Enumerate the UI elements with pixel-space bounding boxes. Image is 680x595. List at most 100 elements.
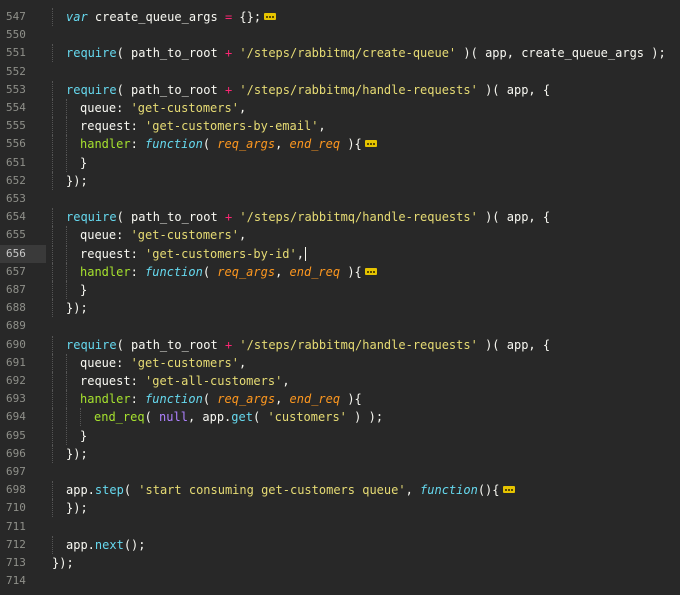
code-text[interactable]: app.next(); bbox=[46, 535, 146, 554]
code-token-plain: }); bbox=[66, 301, 88, 316]
line-number: 551 bbox=[6, 46, 26, 60]
code-line[interactable]: 693 handler: function( req_args, end_req … bbox=[0, 390, 680, 409]
code-line[interactable]: 656 request: 'get-customers-by-id', bbox=[0, 244, 680, 263]
line-number: 698 bbox=[6, 483, 26, 497]
code-text[interactable] bbox=[46, 518, 52, 536]
code-line[interactable]: 547 var create_queue_args = {}; bbox=[0, 8, 680, 26]
indent-guide bbox=[52, 44, 53, 63]
code-text[interactable]: var create_queue_args = {}; bbox=[46, 8, 277, 26]
code-text[interactable]: }); bbox=[46, 499, 88, 518]
code-line[interactable]: 687} bbox=[0, 281, 680, 299]
code-text[interactable]: handler: function( req_args, end_req ){ bbox=[46, 262, 377, 281]
code-token-plain: } bbox=[80, 283, 88, 297]
code-editor[interactable]: 547 var create_queue_args = {}; 550 551 requ… bbox=[0, 0, 680, 595]
code-line[interactable]: 654 require( path_to_root + '/steps/rabbi… bbox=[0, 208, 680, 227]
code-text[interactable]: }); bbox=[46, 299, 88, 318]
code-line[interactable]: 689 bbox=[0, 317, 680, 335]
code-token-plain: )( app, { bbox=[477, 210, 551, 225]
code-token-plain: ( bbox=[252, 410, 268, 425]
code-token-string: 'get-customers-by-email' bbox=[145, 119, 319, 134]
folded-code-icon[interactable] bbox=[264, 13, 277, 20]
code-token-string: 'get-customers-by-id' bbox=[145, 246, 297, 261]
code-line[interactable]: 692 request: 'get-all-customers', bbox=[0, 372, 680, 390]
code-line[interactable]: 653 bbox=[0, 190, 680, 208]
folded-code-icon[interactable] bbox=[502, 486, 515, 494]
code-token-plain: queue: bbox=[80, 101, 131, 115]
code-line[interactable]: 711 bbox=[0, 518, 680, 536]
code-text[interactable]: }); bbox=[46, 171, 88, 190]
code-line[interactable]: 710}); bbox=[0, 499, 680, 518]
code-text[interactable]: end_req( null, app.get( 'customers' ) ); bbox=[46, 408, 383, 427]
code-text[interactable]: }); bbox=[46, 444, 88, 463]
code-token-plain: ){ bbox=[340, 392, 362, 407]
folded-code-icon[interactable] bbox=[364, 140, 377, 148]
code-text[interactable]: require( path_to_root + '/steps/rabbitmq… bbox=[46, 335, 551, 354]
code-token-plain: , bbox=[238, 228, 247, 243]
code-text[interactable]: } bbox=[46, 153, 87, 172]
code-text[interactable]: } bbox=[46, 281, 87, 299]
code-text[interactable] bbox=[46, 26, 52, 44]
code-line[interactable]: 551 require( path_to_root + '/steps/rabbi… bbox=[0, 44, 680, 63]
code-line[interactable]: 552 bbox=[0, 63, 680, 81]
code-token-plain: ( path_to_root bbox=[116, 82, 225, 97]
code-line[interactable]: 697 bbox=[0, 463, 680, 481]
code-token-keyword: var bbox=[66, 10, 88, 24]
code-text[interactable]: request: 'get-customers-by-email', bbox=[46, 117, 326, 136]
code-line[interactable]: 694 end_req( null, app.get( 'customers' )… bbox=[0, 408, 680, 427]
code-line[interactable]: 713}); bbox=[0, 554, 680, 572]
code-text[interactable]: request: 'get-all-customers', bbox=[46, 372, 290, 390]
code-token-plain: request: bbox=[80, 374, 146, 388]
code-line[interactable]: 698 app.step( 'start consuming get-custom… bbox=[0, 481, 680, 500]
code-text[interactable]: app.step( 'start consuming get-customers… bbox=[46, 481, 515, 500]
line-number: 547 bbox=[6, 10, 26, 23]
code-token-plain: (); bbox=[123, 537, 146, 552]
indent-guide bbox=[52, 99, 53, 117]
code-line[interactable]: 554 queue: 'get-customers', bbox=[0, 99, 680, 117]
code-line[interactable]: 688}); bbox=[0, 299, 680, 318]
code-line[interactable]: 657 handler: function( req_args, end_req … bbox=[0, 262, 680, 281]
code-line[interactable]: 714 bbox=[0, 572, 680, 590]
code-line[interactable]: 690 require( path_to_root + '/steps/rabbi… bbox=[0, 335, 680, 354]
code-text[interactable]: handler: function( req_args, end_req ){ bbox=[46, 390, 362, 409]
code-line[interactable]: 553 require( path_to_root + '/steps/rabbi… bbox=[0, 80, 680, 99]
code-line[interactable]: 555 request: 'get-customers-by-email', bbox=[0, 117, 680, 136]
code-text[interactable]: require( path_to_root + '/steps/rabbitmq… bbox=[46, 208, 551, 227]
code-text[interactable]: queue: 'get-customers', bbox=[46, 99, 246, 117]
code-line[interactable]: 651} bbox=[0, 153, 680, 172]
indent-guide bbox=[66, 281, 67, 299]
code-token-plain: , bbox=[318, 119, 326, 134]
indent-guide bbox=[52, 117, 53, 136]
code-line[interactable]: 550 bbox=[0, 26, 680, 44]
code-token-string: '/steps/rabbitmq/handle-requests' bbox=[239, 210, 478, 225]
code-line[interactable]: 556 handler: function( req_args, end_req … bbox=[0, 135, 680, 154]
code-token-plain: , bbox=[238, 101, 247, 115]
code-token-func: require bbox=[66, 337, 117, 352]
code-text[interactable] bbox=[46, 190, 52, 208]
code-text[interactable]: handler: function( req_args, end_req ){ bbox=[46, 135, 377, 154]
indent-guide bbox=[66, 117, 67, 136]
code-token-plain: )( app, { bbox=[477, 337, 551, 352]
code-text[interactable]: request: 'get-customers-by-id', bbox=[46, 244, 306, 263]
code-text[interactable]: } bbox=[46, 426, 87, 445]
line-number: 652 bbox=[6, 173, 26, 187]
code-text[interactable]: queue: 'get-customers', bbox=[46, 226, 247, 245]
code-text[interactable] bbox=[46, 317, 52, 335]
folded-code-icon[interactable] bbox=[364, 267, 377, 275]
code-text[interactable] bbox=[46, 463, 52, 481]
code-text[interactable]: queue: 'get-customers', bbox=[46, 353, 246, 372]
code-line[interactable]: 691 queue: 'get-customers', bbox=[0, 353, 680, 372]
code-token-plain: app. bbox=[66, 537, 95, 552]
code-line[interactable]: 652}); bbox=[0, 171, 680, 190]
code-line[interactable]: 696}); bbox=[0, 444, 680, 463]
code-line[interactable]: 712 app.next(); bbox=[0, 535, 680, 554]
code-line[interactable]: 655 queue: 'get-customers', bbox=[0, 226, 680, 245]
code-token-plain: request: bbox=[80, 246, 146, 261]
line-number: 556 bbox=[6, 137, 26, 151]
code-text[interactable]: require( path_to_root + '/steps/rabbitmq… bbox=[46, 44, 666, 63]
code-text[interactable]: }); bbox=[46, 554, 74, 572]
code-text[interactable] bbox=[46, 572, 52, 590]
code-line[interactable]: 695} bbox=[0, 426, 680, 445]
code-text[interactable] bbox=[46, 63, 52, 81]
code-token-prop: handler bbox=[80, 392, 131, 407]
code-text[interactable]: require( path_to_root + '/steps/rabbitmq… bbox=[46, 80, 550, 99]
